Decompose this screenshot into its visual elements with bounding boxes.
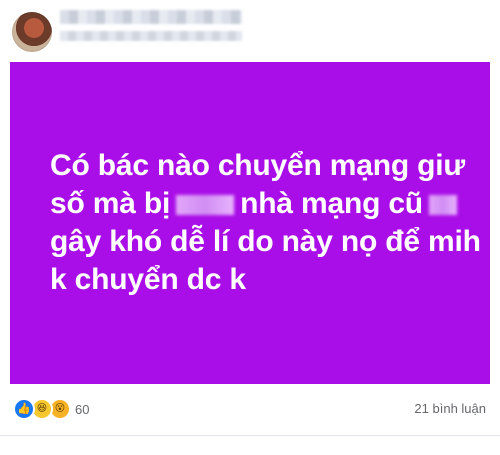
post-text: Có bác nào chuyển mạng giư số mà bị nhà m…: [50, 147, 481, 299]
post-line-1: Có bác nào chuyển mạng giư: [50, 149, 465, 182]
reaction-summary[interactable]: 👍 😆 😮 60: [13, 398, 90, 420]
censored-text-block: [428, 195, 457, 216]
post-line-4: k chuyển dc k: [50, 263, 246, 296]
reaction-count: 60: [75, 401, 90, 417]
blurred-post-meta: [60, 31, 242, 41]
post-footer: 👍 😆 😮 60 21 bình luận: [0, 385, 500, 436]
post-line-2-end: nhà mạng cũ: [240, 187, 423, 220]
censored-text-block: [176, 195, 235, 216]
post-line-3: gây khó dễ lí do này nọ để mih: [50, 225, 481, 258]
like-icon: 👍: [13, 398, 35, 420]
post-line-2-start: số mà bị: [50, 187, 171, 220]
avatar[interactable]: [12, 12, 52, 52]
comment-count-link[interactable]: 21 bình luận: [414, 401, 486, 416]
post-line-2: số mà bị nhà mạng cũ: [50, 185, 457, 223]
post-header: [0, 0, 500, 62]
post-background-card: Có bác nào chuyển mạng giư số mà bị nhà m…: [10, 62, 490, 384]
blurred-author-name: [60, 10, 242, 24]
